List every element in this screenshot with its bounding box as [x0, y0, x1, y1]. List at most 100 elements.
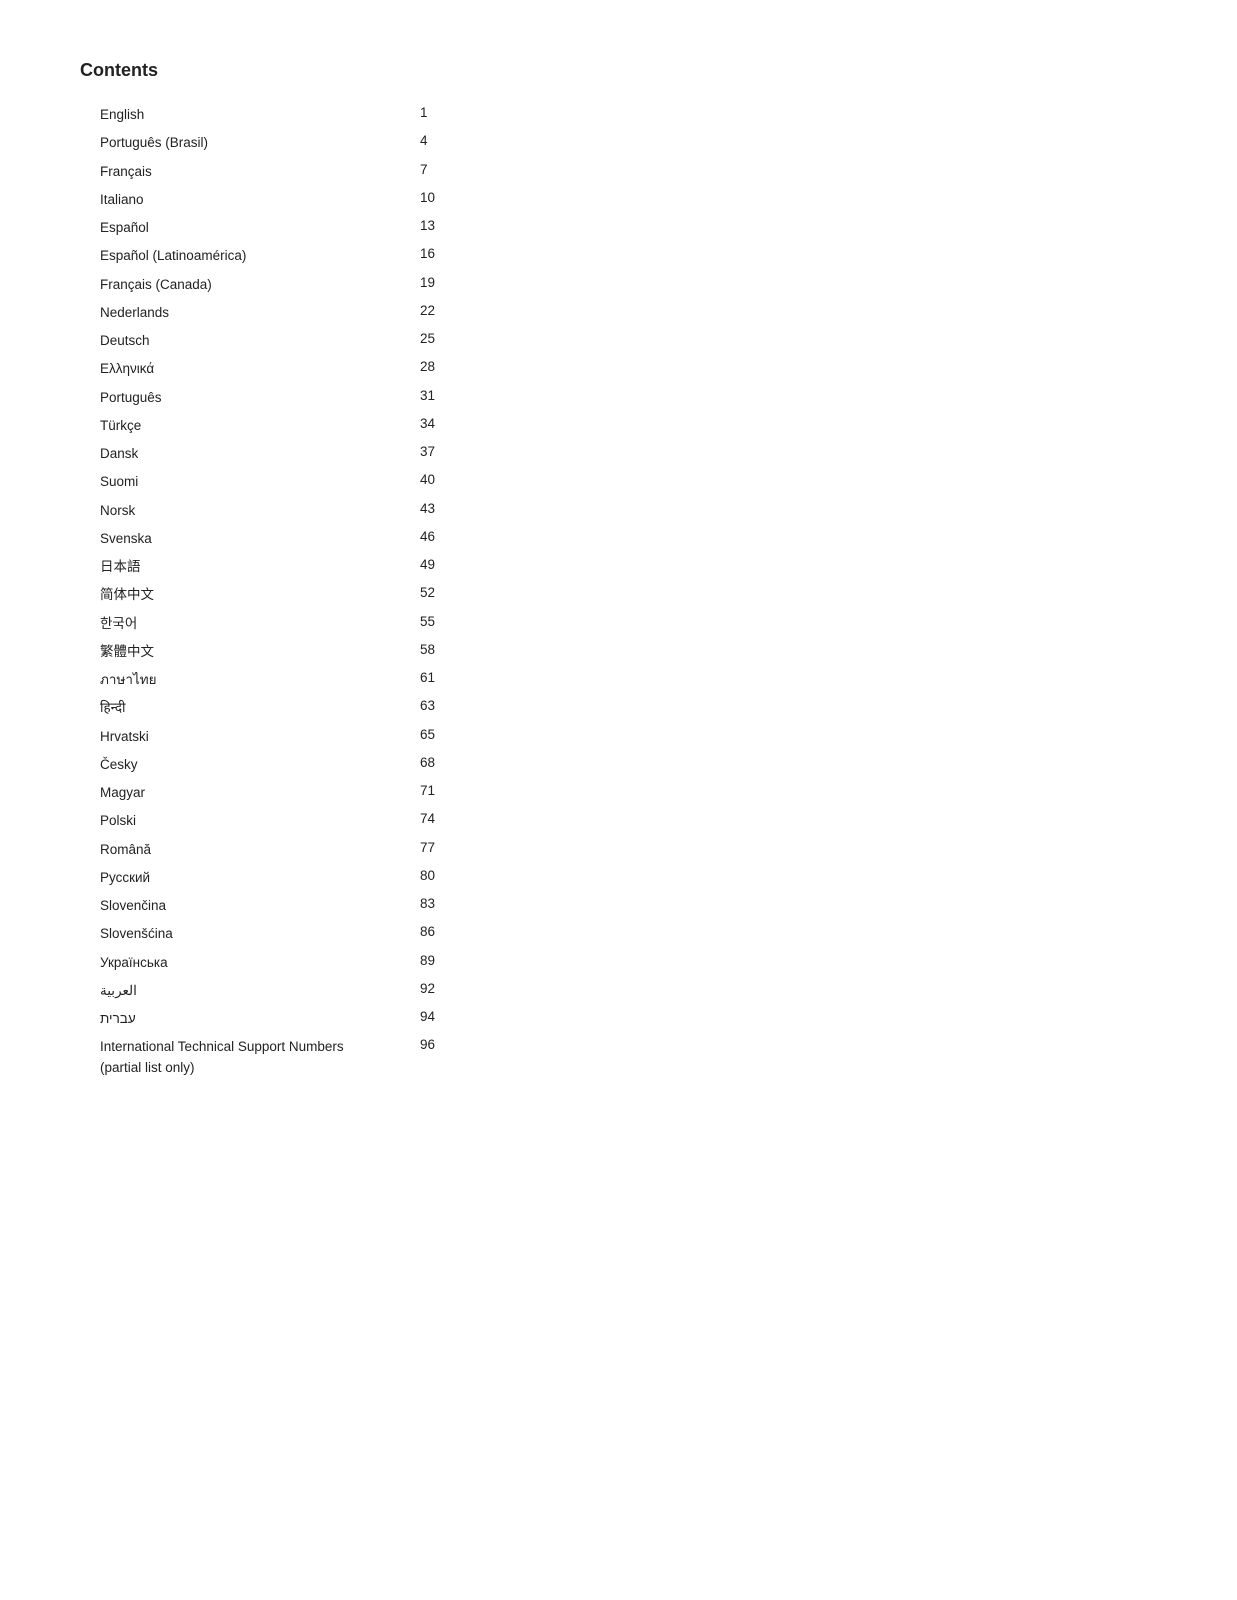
toc-entry-page: 65: [360, 723, 620, 751]
toc-entry-label: Español: [80, 214, 360, 242]
toc-row: Español13: [80, 214, 620, 242]
toc-row: Português31: [80, 384, 620, 412]
toc-row: Español (Latinoamérica)16: [80, 242, 620, 270]
toc-entry-label: Hrvatski: [80, 723, 360, 751]
toc-row: עברית94: [80, 1005, 620, 1033]
toc-row: 简体中文52: [80, 581, 620, 609]
toc-entry-page: 25: [360, 327, 620, 355]
toc-entry-page: 63: [360, 694, 620, 722]
toc-entry-page: 46: [360, 525, 620, 553]
toc-row: हिन्दी63: [80, 694, 620, 722]
toc-row: 한국어55: [80, 610, 620, 638]
toc-row: International Technical Support Numbers(…: [80, 1033, 620, 1082]
toc-entry-page: 52: [360, 581, 620, 609]
toc-entry-label: Italiano: [80, 186, 360, 214]
toc-entry-page: 16: [360, 242, 620, 270]
toc-row: Українська89: [80, 949, 620, 977]
toc-entry-page: 7: [360, 158, 620, 186]
toc-entry-label: עברית: [80, 1005, 360, 1033]
toc-row: 繁體中文58: [80, 638, 620, 666]
toc-entry-page: 61: [360, 666, 620, 694]
toc-entry-label: Türkçe: [80, 412, 360, 440]
contents-title: Contents: [80, 60, 620, 81]
toc-row: Ελληνικά28: [80, 355, 620, 383]
toc-row: English1: [80, 101, 620, 129]
toc-row: Suomi40: [80, 468, 620, 496]
toc-entry-label: ภาษาไทย: [80, 666, 360, 694]
toc-entry-label: Dansk: [80, 440, 360, 468]
toc-row: Français (Canada)19: [80, 271, 620, 299]
toc-entry-page: 58: [360, 638, 620, 666]
toc-entry-page: 19: [360, 271, 620, 299]
toc-row: Svenska46: [80, 525, 620, 553]
toc-entry-label: Norsk: [80, 497, 360, 525]
toc-entry-label: Svenska: [80, 525, 360, 553]
toc-entry-label: Português (Brasil): [80, 129, 360, 157]
toc-row: Deutsch25: [80, 327, 620, 355]
toc-entry-label: Magyar: [80, 779, 360, 807]
toc-row: Magyar71: [80, 779, 620, 807]
toc-entry-page: 13: [360, 214, 620, 242]
toc-entry-page: 37: [360, 440, 620, 468]
toc-entry-label: English: [80, 101, 360, 129]
toc-entry-label: 日本語: [80, 553, 360, 581]
toc-entry-label: العربية: [80, 977, 360, 1005]
toc-entry-page: 43: [360, 497, 620, 525]
toc-row: Nederlands22: [80, 299, 620, 327]
toc-row: Türkçe34: [80, 412, 620, 440]
toc-entry-label: Polski: [80, 807, 360, 835]
toc-row: Polski74: [80, 807, 620, 835]
toc-row: Slovenšćina86: [80, 920, 620, 948]
toc-entry-page: 1: [360, 101, 620, 129]
toc-entry-page: 83: [360, 892, 620, 920]
toc-row: العربية92: [80, 977, 620, 1005]
toc-entry-label: Suomi: [80, 468, 360, 496]
toc-entry-page: 68: [360, 751, 620, 779]
toc-entry-label: Slovenčina: [80, 892, 360, 920]
toc-entry-page: 28: [360, 355, 620, 383]
page-container: Contents English1Português (Brasil)4Fran…: [0, 0, 700, 1142]
toc-row: Français7: [80, 158, 620, 186]
toc-row: Italiano10: [80, 186, 620, 214]
toc-entry-page: 10: [360, 186, 620, 214]
toc-entry-page: 4: [360, 129, 620, 157]
toc-entry-label: 繁體中文: [80, 638, 360, 666]
toc-entry-page: 49: [360, 553, 620, 581]
toc-entry-label: Français: [80, 158, 360, 186]
toc-entry-label: Deutsch: [80, 327, 360, 355]
toc-entry-label: Русский: [80, 864, 360, 892]
toc-entry-label: Nederlands: [80, 299, 360, 327]
toc-entry-label: Slovenšćina: [80, 920, 360, 948]
toc-entry-label: Português: [80, 384, 360, 412]
toc-entry-label: Українська: [80, 949, 360, 977]
toc-entry-page: 55: [360, 610, 620, 638]
toc-entry-label: हिन्दी: [80, 694, 360, 722]
toc-entry-page: 22: [360, 299, 620, 327]
toc-entry-page: 86: [360, 920, 620, 948]
toc-entry-label: Română: [80, 836, 360, 864]
toc-entry-label: International Technical Support Numbers(…: [80, 1033, 360, 1082]
toc-entry-page: 74: [360, 807, 620, 835]
toc-entry-label: 简体中文: [80, 581, 360, 609]
toc-entry-page: 77: [360, 836, 620, 864]
toc-row: Norsk43: [80, 497, 620, 525]
toc-entry-page: 89: [360, 949, 620, 977]
toc-entry-label: Česky: [80, 751, 360, 779]
toc-entry-page: 96: [360, 1033, 620, 1082]
toc-entry-label: 한국어: [80, 610, 360, 638]
toc-entry-page: 92: [360, 977, 620, 1005]
toc-row: Hrvatski65: [80, 723, 620, 751]
toc-entry-page: 71: [360, 779, 620, 807]
toc-entry-page: 40: [360, 468, 620, 496]
toc-row: Română77: [80, 836, 620, 864]
toc-row: ภาษาไทย61: [80, 666, 620, 694]
toc-row: Português (Brasil)4: [80, 129, 620, 157]
toc-entry-label: Ελληνικά: [80, 355, 360, 383]
toc-entry-page: 80: [360, 864, 620, 892]
toc-row: Slovenčina83: [80, 892, 620, 920]
toc-row: Русский80: [80, 864, 620, 892]
toc-entry-label: Español (Latinoamérica): [80, 242, 360, 270]
toc-entry-page: 94: [360, 1005, 620, 1033]
toc-row: Česky68: [80, 751, 620, 779]
toc-entry-page: 31: [360, 384, 620, 412]
